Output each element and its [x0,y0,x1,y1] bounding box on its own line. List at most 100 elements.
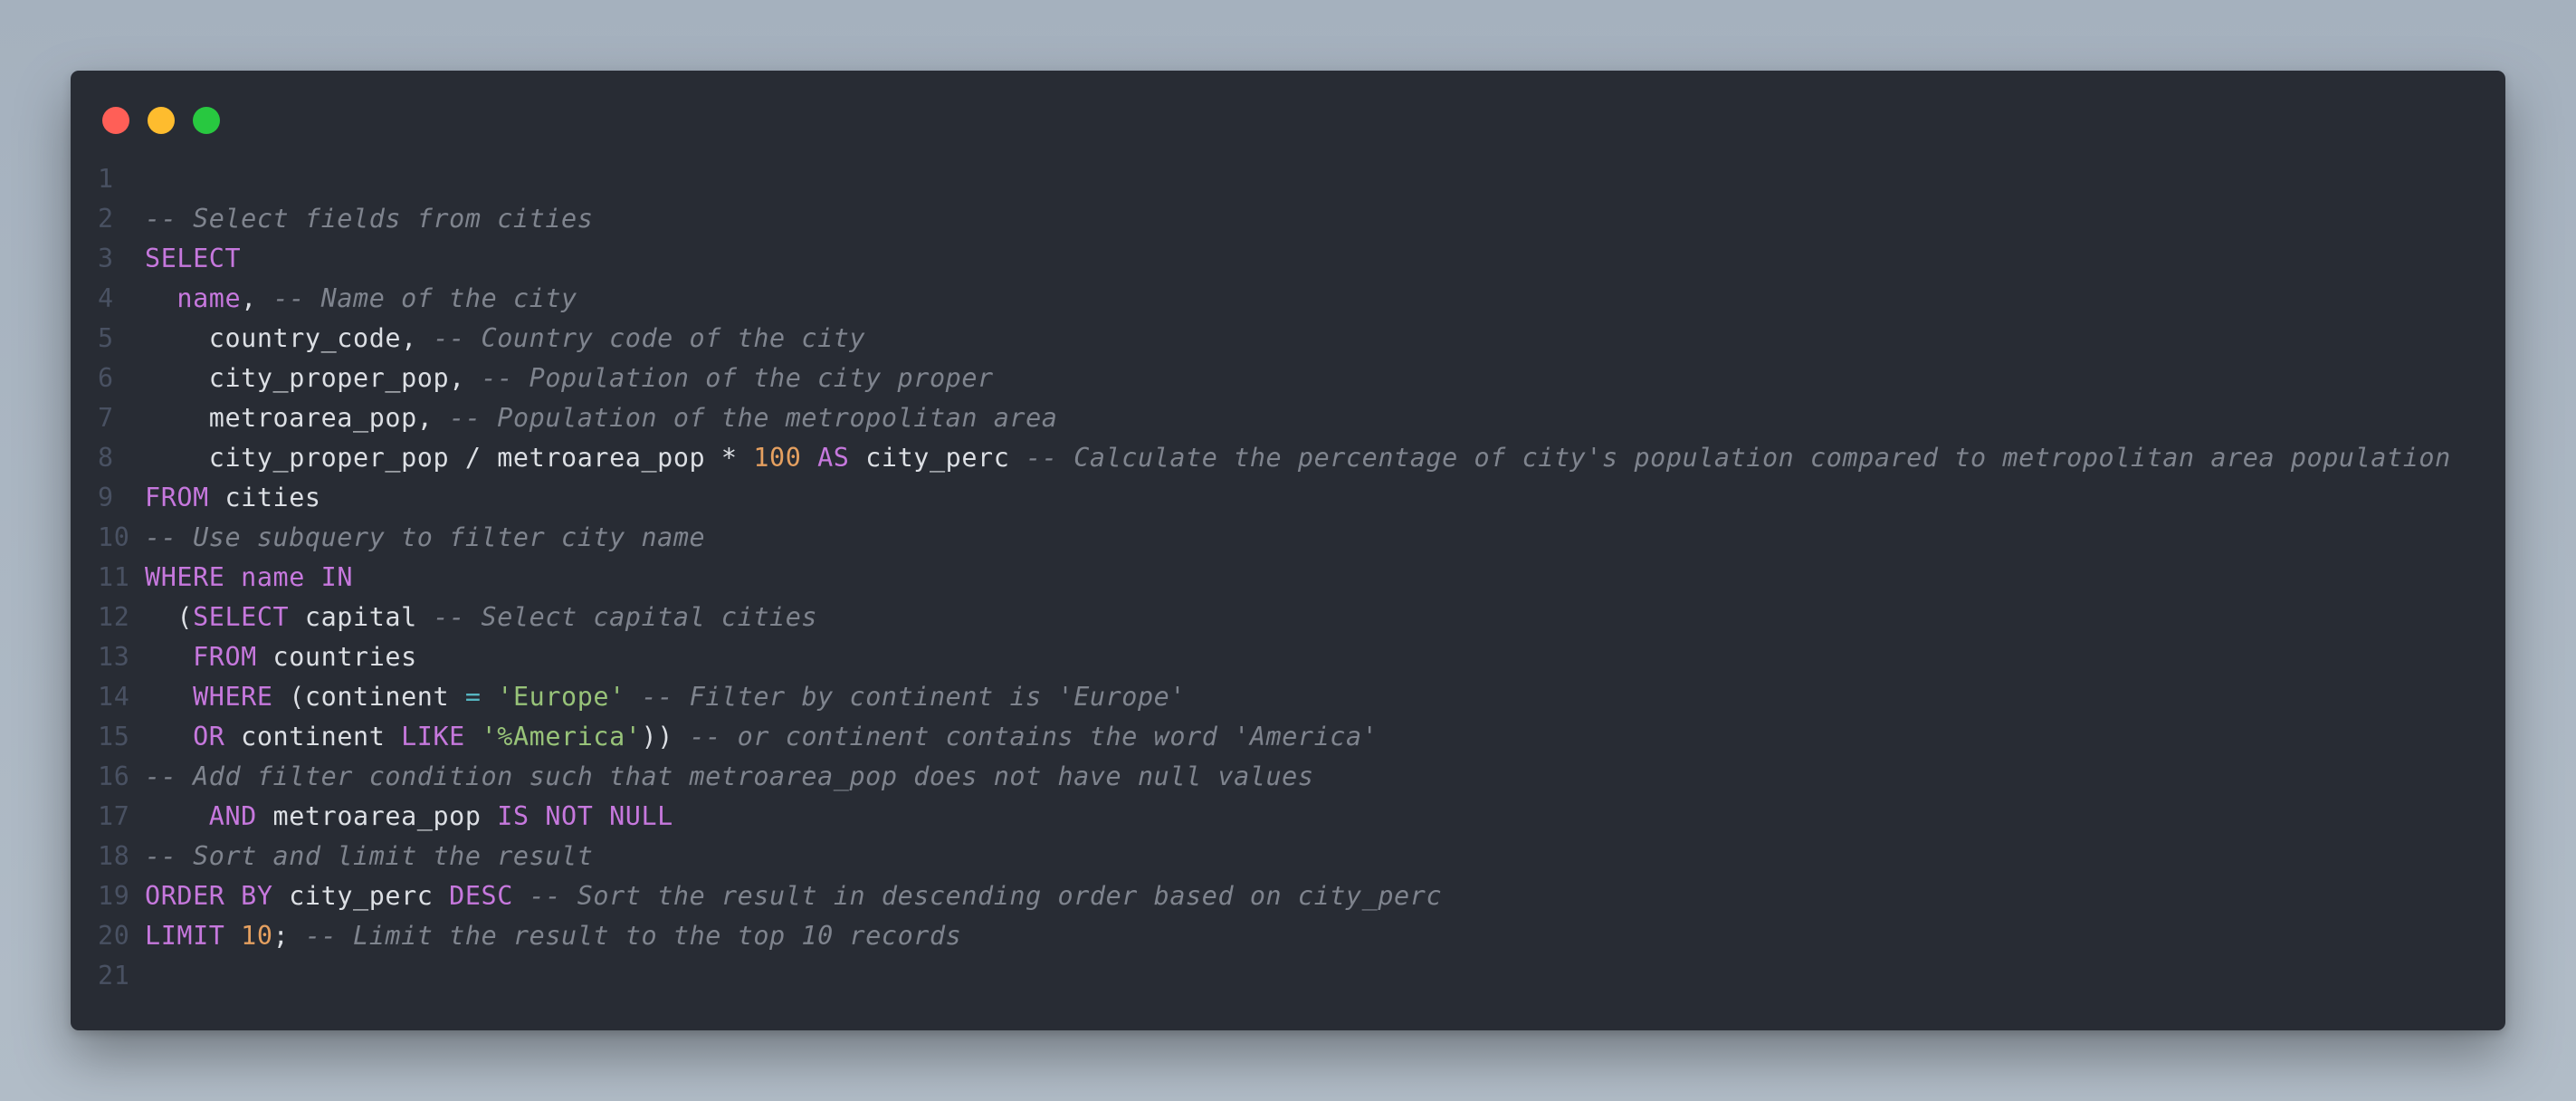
line-source: name, -- Name of the city [145,279,2487,319]
code-line[interactable]: 16 -- Add filter condition such that metr… [98,757,2487,797]
line-number: 18 [98,841,130,871]
code-token: IN [320,562,354,592]
line-number: 16 [98,761,130,791]
line-source: metroarea_pop, -- Population of the metr… [145,398,2487,438]
code-line[interactable]: 19 ORDER BY city_perc DESC -- Sort the re… [98,876,2487,916]
code-token: AND [208,801,257,831]
line-source: SELECT [145,239,2487,279]
code-line[interactable]: 4 name, -- Name of the city [98,279,2487,319]
code-line[interactable]: 18 -- Sort and limit the result [98,837,2487,876]
line-number: 21 [98,961,130,991]
code-token: -- Sort and limit the result [145,841,594,871]
line-source: FROM countries [145,637,2487,677]
code-token: name [241,562,305,592]
code-line[interactable]: 13 FROM countries [98,637,2487,677]
line-source: city_proper_pop, -- Population of the ci… [145,359,2487,398]
code-token: SELECT [193,602,290,632]
code-token: city_perc [272,881,450,911]
code-token: -- Limit the result to the top 10 record… [304,921,962,951]
code-token: cities [208,483,321,512]
code-line[interactable]: 1 [98,159,2487,199]
code-token: city_proper_pop, [145,363,482,393]
line-number: 17 [98,801,130,831]
line-source: FROM cities [145,478,2487,518]
code-line[interactable]: 9 FROM cities [98,478,2487,518]
line-number: 20 [98,921,130,951]
code-token: , [241,283,273,313]
code-token: FROM [145,483,209,512]
code-token: -- Add filter condition such that metroa… [145,761,1314,791]
line-number: 5 [98,323,114,353]
line-source: (SELECT capital -- Select capital cities [145,598,2487,637]
line-number: 1 [98,164,114,194]
code-line[interactable]: 7 metroarea_pop, -- Population of the me… [98,398,2487,438]
code-token: DESC [449,881,513,911]
code-token: -- Filter by continent is 'Europe' [641,682,1187,712]
line-number: 8 [98,443,114,473]
line-source [145,956,2487,996]
code-token: name [177,283,242,313]
code-line[interactable]: 21 [98,956,2487,996]
line-number: 2 [98,204,114,234]
code-token: OR [193,722,225,752]
close-window-icon[interactable] [102,107,129,134]
line-source: ORDER BY city_perc DESC -- Sort the resu… [145,876,2487,916]
code-token: -- Use subquery to filter city name [145,522,706,552]
code-token: )) [641,722,690,752]
line-source [145,159,2487,199]
code-token: countries [256,642,417,672]
code-line[interactable]: 12 (SELECT capital -- Select capital cit… [98,598,2487,637]
code-token: metroarea_pop [256,801,498,831]
line-source: -- Sort and limit the result [145,837,2487,876]
code-line[interactable]: 15 OR continent LIKE '%America')) -- or … [98,717,2487,757]
line-source: -- Add filter condition such that metroa… [145,757,2487,797]
code-line[interactable]: 10 -- Use subquery to filter city name [98,518,2487,558]
code-token: LIKE [401,722,465,752]
code-token: ; [272,921,305,951]
code-line[interactable]: 11 WHERE name IN [98,558,2487,598]
code-token: ORDER BY [145,881,273,911]
code-token: continent [224,722,402,752]
code-line[interactable]: 20 LIMIT 10; -- Limit the result to the t… [98,916,2487,956]
line-source: AND metroarea_pop IS NOT NULL [145,797,2487,837]
line-number: 6 [98,363,114,393]
window-controls [102,107,220,134]
minimize-window-icon[interactable] [148,107,175,134]
code-token: -- Name of the city [272,283,577,313]
line-number: 4 [98,283,114,313]
code-token: (continent [272,682,465,712]
code-token: city_perc [849,443,1026,473]
code-token: city_proper_pop / metroarea_pop * [145,443,754,473]
line-number: 14 [98,682,130,712]
line-number: 3 [98,244,114,273]
line-source: WHERE name IN [145,558,2487,598]
code-line[interactable]: 5 country_code, -- Country code of the c… [98,319,2487,359]
code-line[interactable]: 2 -- Select fields from cities [98,199,2487,239]
code-line[interactable]: 6 city_proper_pop, -- Population of the … [98,359,2487,398]
code-line[interactable]: 8 city_proper_pop / metroarea_pop * 100 … [98,438,2487,478]
line-number: 13 [98,642,130,672]
code-editor[interactable]: 1 2 -- Select fields from cities 3 SELECT 4 n… [98,159,2487,996]
code-token: LIMIT [145,921,225,951]
maximize-window-icon[interactable] [193,107,220,134]
code-line[interactable]: 3 SELECT [98,239,2487,279]
code-line[interactable]: 14 WHERE (continent = 'Europe' -- Filter… [98,677,2487,717]
code-token: ( [145,602,194,632]
code-token: metroarea_pop, [145,403,450,433]
line-number: 9 [98,483,114,512]
code-token: SELECT [145,244,242,273]
code-token: '%America' [481,722,642,752]
code-token: = [464,682,482,712]
code-token: -- Select fields from cities [145,204,594,234]
code-token: capital [289,602,434,632]
code-token: -- Select capital cities [433,602,818,632]
code-line[interactable]: 17 AND metroarea_pop IS NOT NULL [98,797,2487,837]
code-token: -- Country code of the city [433,323,866,353]
